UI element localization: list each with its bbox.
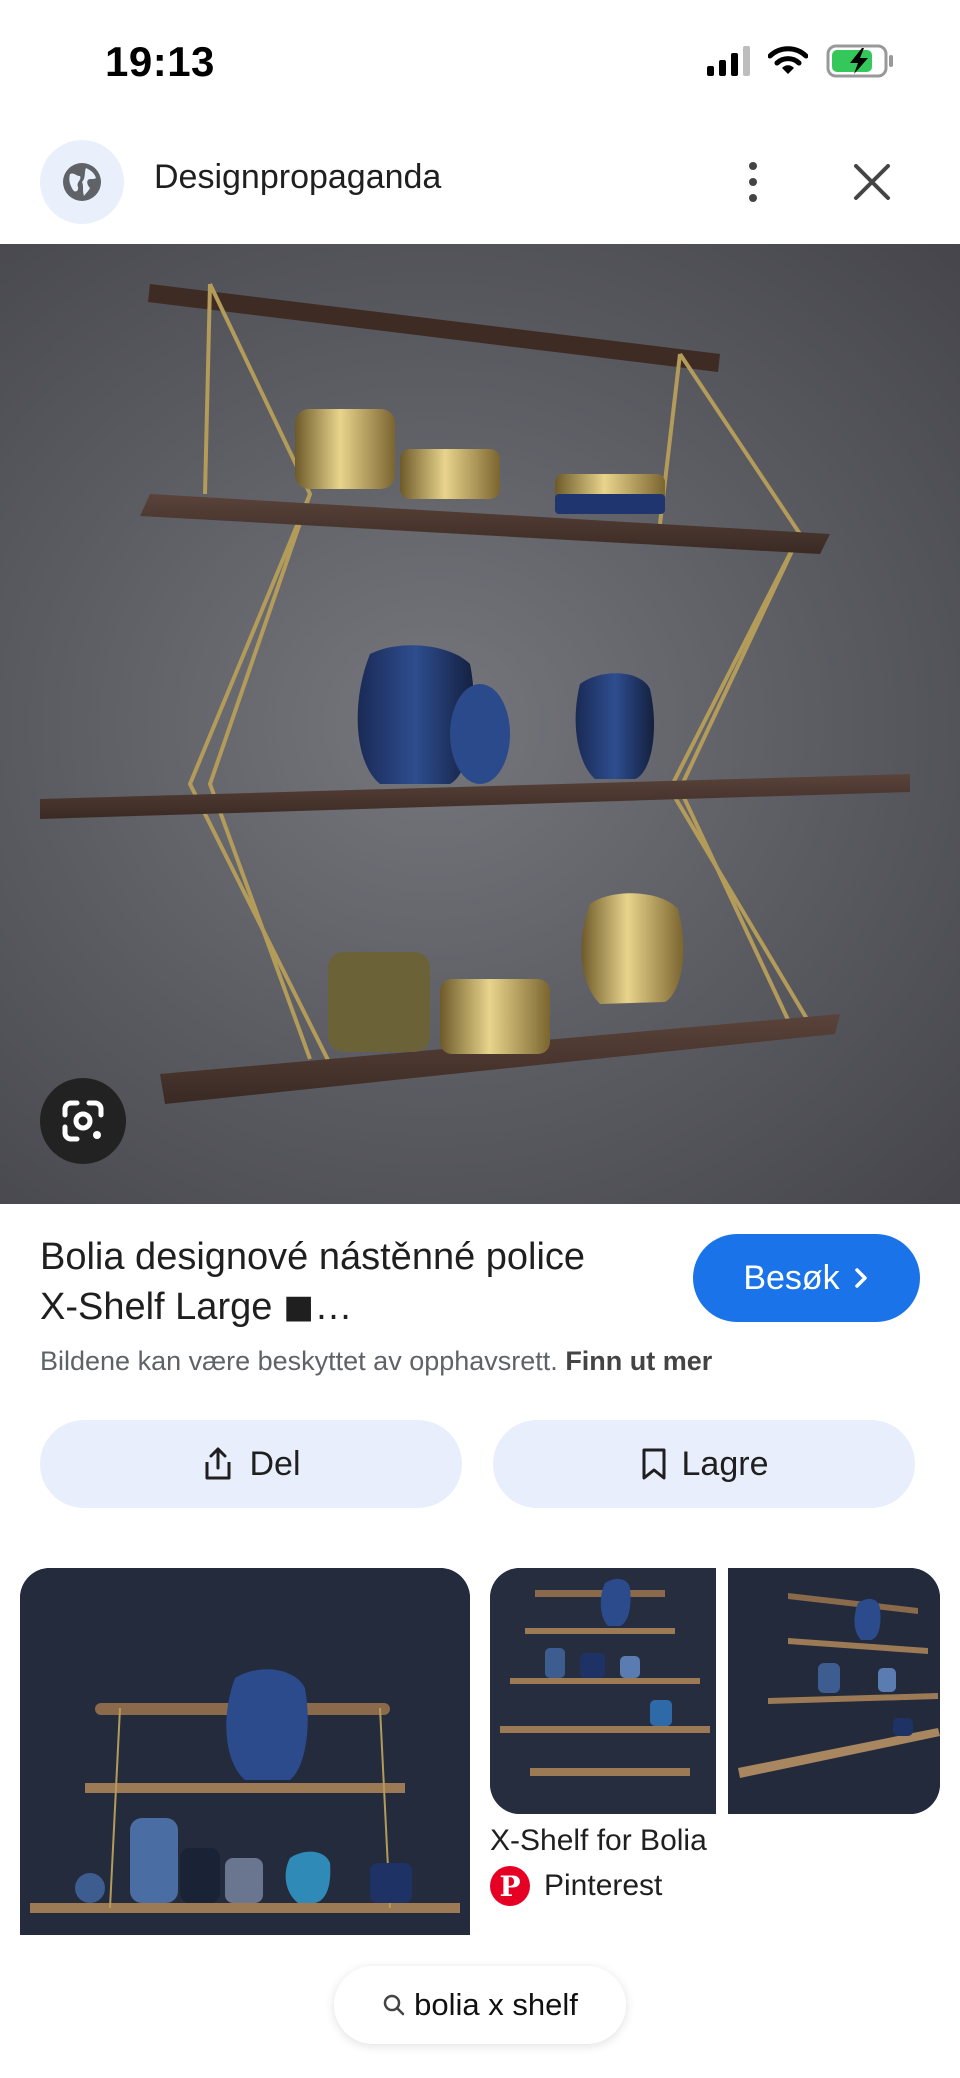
site-name[interactable]: Designpropaganda: [154, 158, 441, 197]
related-photo-2: [490, 1568, 716, 1814]
related-photo-1: [20, 1568, 470, 1935]
related-source-label: Pinterest: [544, 1869, 663, 1902]
related-item-source[interactable]: P Pinterest: [490, 1866, 662, 1906]
signal-icon: [707, 46, 750, 76]
result-title-line1: Bolia designové nástěnné police: [40, 1236, 586, 1278]
result-title-line2: X-Shelf Large ◼…: [40, 1286, 353, 1328]
status-icons: [707, 44, 896, 78]
share-icon: [205, 1447, 231, 1480]
close-icon[interactable]: [850, 160, 894, 204]
related-image-small-1[interactable]: [490, 1568, 716, 1814]
copyright-notice: Bildene kan være beskyttet av opphavsret…: [40, 1346, 712, 1377]
pinterest-icon: P: [490, 1866, 530, 1906]
site-favicon: [40, 140, 124, 224]
chevron-right-icon: [854, 1268, 867, 1288]
search-query: bolia x shelf: [414, 1987, 578, 2022]
search-icon: [383, 1994, 405, 2016]
search-query-chip[interactable]: bolia x shelf: [334, 1966, 626, 2044]
status-bar: 19:13: [0, 0, 960, 130]
related-photo-3: [728, 1568, 940, 1814]
more-vert-icon[interactable]: [740, 152, 766, 212]
save-button[interactable]: Lagre: [493, 1420, 915, 1508]
learn-more-link[interactable]: Finn ut mer: [565, 1346, 712, 1376]
visit-label: Besøk: [743, 1258, 840, 1297]
share-label: Del: [249, 1444, 301, 1483]
related-item-title[interactable]: X-Shelf for Bolia: [490, 1824, 707, 1858]
related-image-large[interactable]: [20, 1568, 470, 1935]
shelf-photo: [40, 283, 910, 1104]
related-image-small-2[interactable]: [728, 1568, 940, 1814]
google-lens-icon: [62, 1100, 104, 1142]
battery-charging-icon: [826, 44, 893, 78]
result-title[interactable]: Bolia designové nástěnné police X-Shelf …: [40, 1232, 660, 1332]
globe-icon: [63, 163, 101, 201]
wifi-icon: [768, 46, 808, 74]
lens-button[interactable]: [40, 1078, 126, 1164]
status-time: 19:13: [105, 38, 215, 85]
header: Designpropaganda: [0, 130, 960, 244]
share-button[interactable]: Del: [40, 1420, 462, 1508]
main-image[interactable]: [0, 244, 960, 1204]
visit-button[interactable]: Besøk: [693, 1234, 920, 1322]
bookmark-icon: [642, 1448, 666, 1480]
save-label: Lagre: [681, 1444, 769, 1483]
copyright-text: Bildene kan være beskyttet av opphavsret…: [40, 1346, 558, 1376]
